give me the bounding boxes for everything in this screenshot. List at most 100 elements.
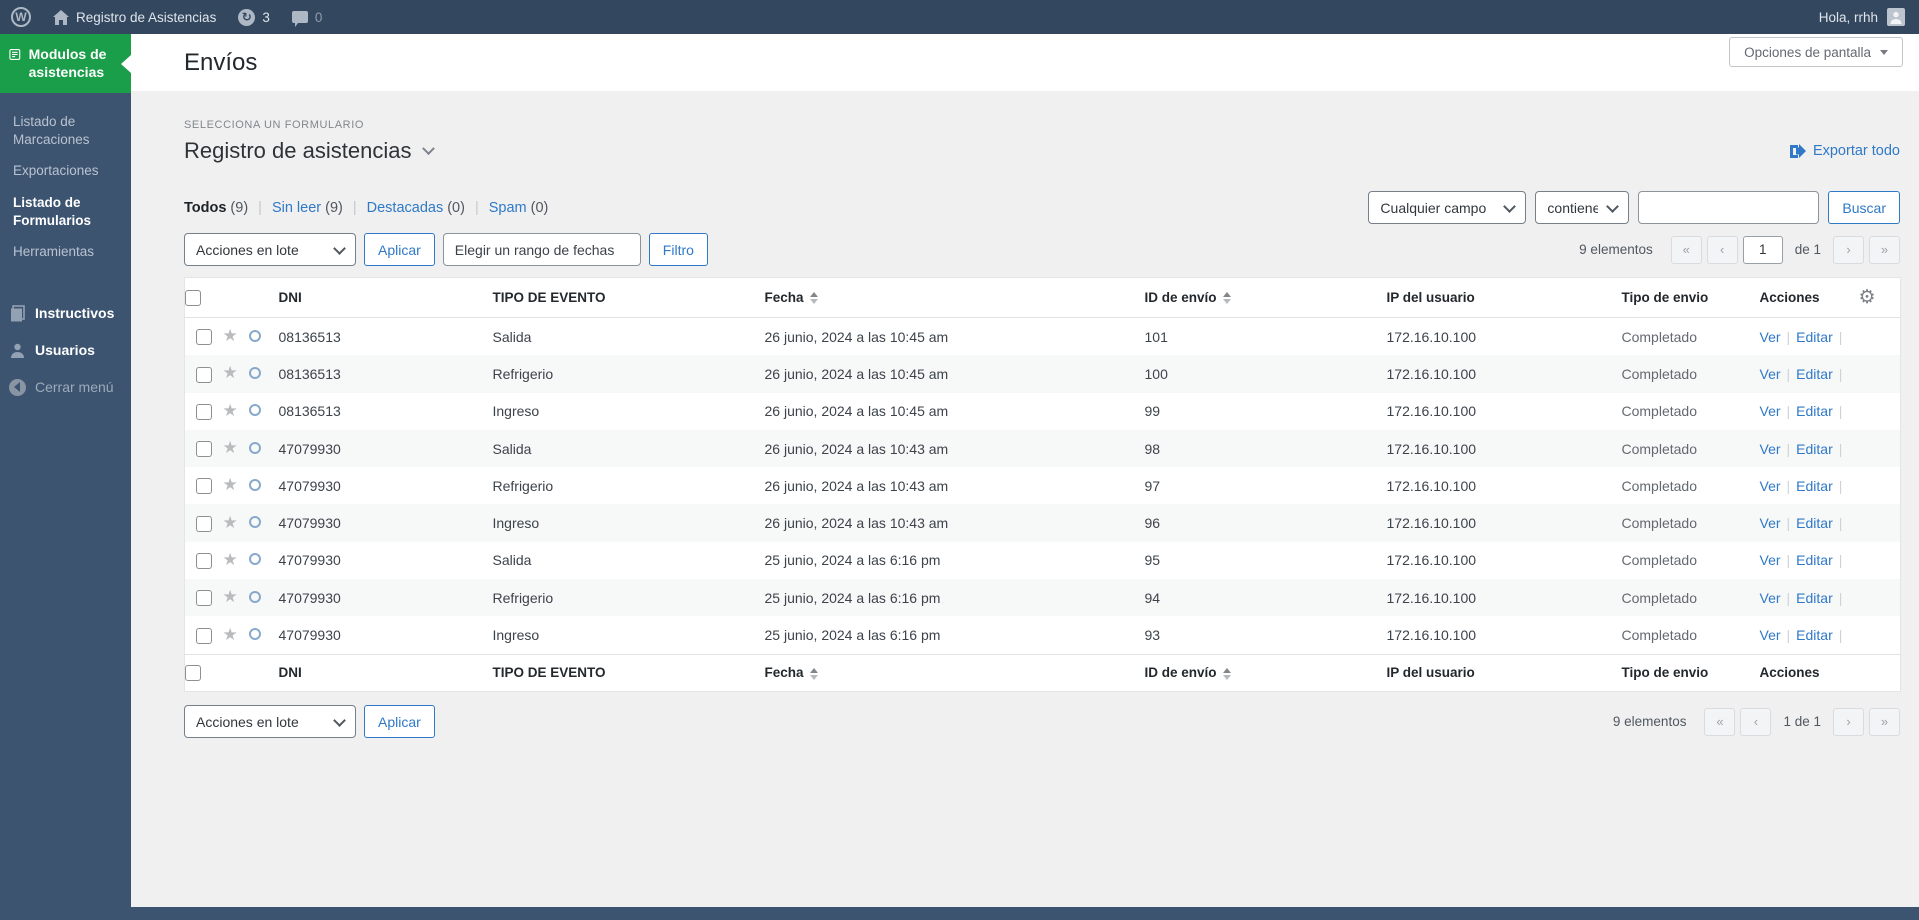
updates-menu[interactable]: ↻ 3 <box>227 0 281 34</box>
star-icon[interactable]: ★ <box>223 513 238 533</box>
sort-icon <box>809 292 818 305</box>
unread-indicator-icon[interactable] <box>248 590 261 603</box>
filter-button[interactable]: Filtro <box>648 233 708 266</box>
star-icon[interactable]: ★ <box>223 550 238 570</box>
star-icon[interactable]: ★ <box>223 363 238 383</box>
search-button[interactable]: Buscar <box>1828 191 1900 224</box>
apply-button-bottom[interactable]: Aplicar <box>364 705 435 739</box>
column-id-envio-sort[interactable]: ID de envío <box>1144 277 1387 318</box>
comments-menu[interactable]: 0 <box>281 0 334 34</box>
row-checkbox[interactable] <box>195 515 212 532</box>
star-icon[interactable]: ★ <box>223 438 238 458</box>
row-checkbox[interactable] <box>195 590 212 607</box>
view-link[interactable]: Ver <box>1760 627 1781 643</box>
unread-indicator-icon[interactable] <box>248 628 261 641</box>
view-link[interactable]: Ver <box>1760 552 1781 568</box>
export-all-link[interactable]: Exportar todo <box>1789 143 1900 159</box>
unread-indicator-icon[interactable] <box>248 478 261 491</box>
view-todos[interactable]: Todos (9) <box>184 200 248 216</box>
screen-options-button[interactable]: Opciones de pantalla <box>1729 37 1903 67</box>
sidebar-item-usuarios[interactable]: Usuarios <box>0 333 131 368</box>
star-icon[interactable]: ★ <box>223 326 238 346</box>
cell-tipo-envio: Completado <box>1621 328 1698 345</box>
unread-indicator-icon[interactable] <box>248 516 261 529</box>
edit-link[interactable]: Editar <box>1796 627 1833 643</box>
star-icon[interactable]: ★ <box>223 401 238 421</box>
unread-indicator-icon[interactable] <box>248 553 261 566</box>
sidebar-item-listado-marcaciones[interactable]: Listado de Marcaciones <box>0 106 131 155</box>
star-icon[interactable]: ★ <box>223 475 238 495</box>
bulk-actions-select-bottom[interactable]: Acciones en lote <box>184 705 356 739</box>
bulk-actions-select[interactable]: Acciones en lote <box>184 233 356 266</box>
select-all-checkbox[interactable] <box>185 665 201 682</box>
export-all-label: Exportar todo <box>1812 143 1900 159</box>
first-page-button[interactable]: « <box>1704 707 1736 736</box>
next-page-button[interactable]: › <box>1833 707 1864 736</box>
view-sin-leer[interactable]: Sin leer (9) <box>272 200 343 216</box>
date-range-input[interactable] <box>442 233 641 266</box>
edit-link[interactable]: Editar <box>1796 552 1833 568</box>
account-menu[interactable]: Hola, rrhh <box>1819 8 1905 26</box>
select-all-checkbox[interactable] <box>185 289 201 306</box>
view-link[interactable]: Ver <box>1760 441 1781 457</box>
wordpress-logo-menu[interactable]: W <box>0 0 42 34</box>
view-link[interactable]: Ver <box>1760 403 1781 419</box>
edit-link[interactable]: Editar <box>1796 329 1833 345</box>
search-field-select[interactable]: Cualquier campo <box>1368 191 1527 224</box>
row-checkbox[interactable] <box>195 366 212 383</box>
row-checkbox[interactable] <box>195 329 212 346</box>
action-separator: | <box>1838 627 1843 644</box>
edit-link[interactable]: Editar <box>1796 441 1833 457</box>
sidebar-item-exportaciones[interactable]: Exportaciones <box>0 155 131 187</box>
unread-indicator-icon[interactable] <box>248 329 261 342</box>
view-link[interactable]: Ver <box>1760 329 1781 345</box>
edit-link[interactable]: Editar <box>1796 515 1833 531</box>
last-page-button[interactable]: » <box>1869 707 1900 736</box>
form-selector-dropdown[interactable]: Registro de asistencias <box>184 138 436 164</box>
row-checkbox[interactable] <box>195 553 212 570</box>
prev-page-button[interactable]: ‹ <box>1740 707 1772 736</box>
action-separator: | <box>1786 403 1791 420</box>
view-destacadas[interactable]: Destacadas (0) <box>367 200 465 216</box>
apply-button[interactable]: Aplicar <box>364 233 435 266</box>
unread-indicator-icon[interactable] <box>248 366 261 379</box>
last-page-button[interactable]: » <box>1869 235 1900 264</box>
view-link[interactable]: Ver <box>1760 478 1781 494</box>
sidebar-collapse-menu[interactable]: Cerrar menú <box>0 370 131 405</box>
sidebar-item-instructivos[interactable]: Instructivos <box>0 296 131 331</box>
column-fecha-sort[interactable]: Fecha <box>764 653 1145 692</box>
first-page-button[interactable]: « <box>1670 235 1702 264</box>
edit-link[interactable]: Editar <box>1796 478 1833 494</box>
view-link[interactable]: Ver <box>1760 515 1781 531</box>
sidebar-item-listado-formularios[interactable]: Listado de Formularios <box>0 187 131 236</box>
edit-link[interactable]: Editar <box>1796 403 1833 419</box>
star-column-header <box>222 277 249 318</box>
view-link[interactable]: Ver <box>1760 366 1781 382</box>
row-checkbox[interactable] <box>195 478 212 495</box>
column-fecha-sort[interactable]: Fecha <box>764 277 1145 318</box>
star-icon[interactable]: ★ <box>223 625 238 645</box>
edit-link[interactable]: Editar <box>1796 590 1833 606</box>
updates-count: 3 <box>262 9 270 25</box>
search-operator-select[interactable]: contiene <box>1535 191 1630 224</box>
sidebar-item-herramientas[interactable]: Herramientas <box>0 236 131 268</box>
column-settings-gear-icon[interactable]: ⚙ <box>1859 286 1876 308</box>
star-icon[interactable]: ★ <box>223 587 238 607</box>
view-link[interactable]: Ver <box>1760 590 1781 606</box>
current-page-input[interactable] <box>1742 235 1783 264</box>
cell-ip: 172.16.10.100 <box>1386 440 1477 457</box>
row-checkbox[interactable] <box>195 441 212 458</box>
sidebar-item-modulos-asistencias[interactable]: Modulos de asistencias <box>0 34 131 94</box>
search-input[interactable] <box>1638 191 1820 224</box>
row-checkbox[interactable] <box>195 627 212 644</box>
column-id-envio-sort[interactable]: ID de envío <box>1144 653 1387 692</box>
cell-dni: 08136513 <box>278 365 341 382</box>
unread-indicator-icon[interactable] <box>248 404 261 417</box>
unread-indicator-icon[interactable] <box>248 441 261 454</box>
prev-page-button[interactable]: ‹ <box>1706 235 1738 264</box>
next-page-button[interactable]: › <box>1833 235 1864 264</box>
row-checkbox[interactable] <box>195 403 212 420</box>
site-name-link[interactable]: Registro de Asistencias <box>42 0 227 34</box>
view-spam[interactable]: Spam (0) <box>489 200 549 216</box>
edit-link[interactable]: Editar <box>1796 366 1833 382</box>
